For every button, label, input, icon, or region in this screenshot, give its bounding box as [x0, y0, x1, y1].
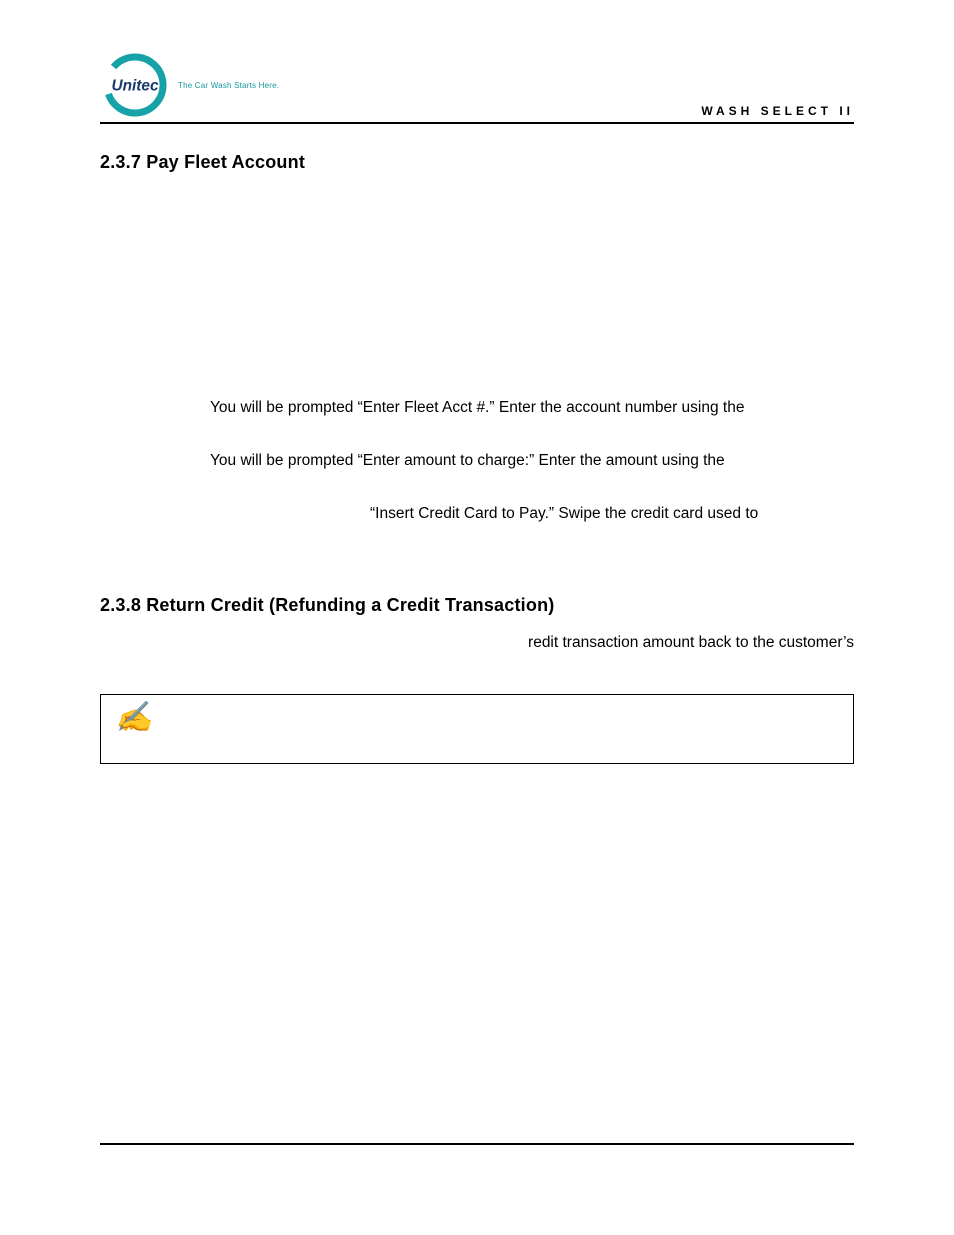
para-238-frag-text: redit transaction amount back to the cus…: [100, 634, 854, 652]
page-header: Unitec The Car Wash Starts Here. WASH SE…: [100, 50, 854, 120]
unitec-logo-icon: Unitec: [100, 50, 170, 120]
para-238-frag: redit transaction amount back to the cus…: [100, 634, 854, 652]
para-237-1: You will be prompted “Enter Fleet Acct #…: [210, 398, 854, 419]
logo-tagline: The Car Wash Starts Here.: [178, 81, 279, 90]
document-page: Unitec The Car Wash Starts Here. WASH SE…: [0, 0, 954, 1235]
footer-rule: [100, 1143, 854, 1145]
para-237-3: “Insert Credit Card to Pay.” Swipe the c…: [370, 504, 854, 525]
section-heading-238: 2.3.8 Return Credit (Refunding a Credit …: [100, 595, 854, 616]
header-rule: [100, 122, 854, 124]
logo-wordmark: Unitec: [111, 78, 158, 95]
note-box: ✍: [100, 694, 854, 764]
handwriting-note-icon: ✍: [115, 703, 152, 733]
product-name: WASH SELECT II: [701, 104, 854, 120]
section-238-body: redit transaction amount back to the cus…: [100, 634, 854, 652]
para-237-2: You will be prompted “Enter amount to ch…: [210, 451, 854, 472]
logo-cluster: Unitec The Car Wash Starts Here.: [100, 50, 279, 120]
section-heading-237: 2.3.7 Pay Fleet Account: [100, 152, 854, 173]
section-237-body: You will be prompted “Enter Fleet Acct #…: [210, 398, 854, 525]
note-icon-row: ✍: [115, 703, 839, 733]
